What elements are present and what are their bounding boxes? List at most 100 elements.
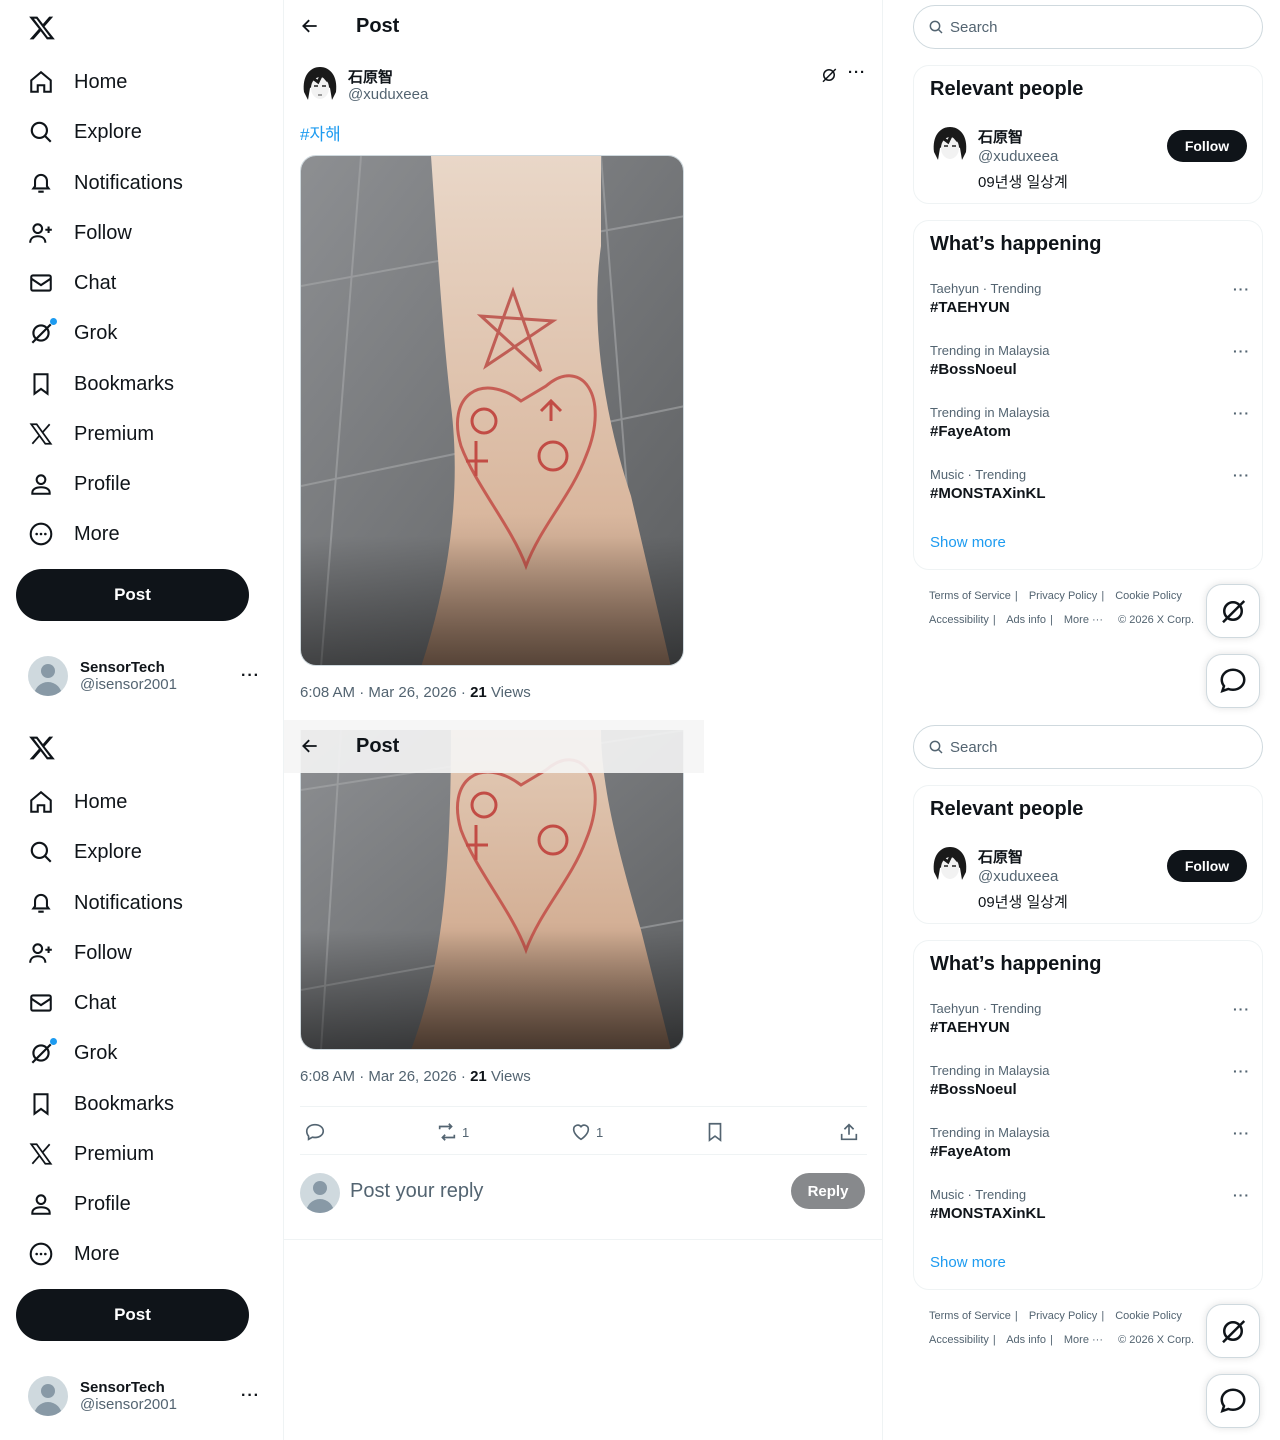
more-dots-icon[interactable]: ··· (1233, 1187, 1250, 1203)
more-dots-icon[interactable]: ··· (1233, 343, 1250, 359)
author-handle[interactable]: @xuduxeea (348, 86, 428, 103)
footer-link[interactable]: Accessibility (929, 614, 989, 626)
nav-notifications[interactable]: Notifications (16, 881, 195, 925)
nav-more[interactable]: More (16, 512, 132, 556)
back-arrow-icon[interactable] (300, 16, 320, 36)
reply-submit-button[interactable]: Reply (791, 1173, 865, 1209)
account-switcher[interactable]: SensorTech @isensor2001 ··· (16, 650, 272, 702)
nav-chat[interactable]: Chat (16, 981, 128, 1025)
tweet-time[interactable]: 6:08 AM · Mar 26, 2026 · (300, 1068, 470, 1085)
grok-float-button[interactable] (1206, 1304, 1260, 1358)
nav-grok[interactable]: Grok (16, 311, 129, 355)
like-button[interactable]: 1 (570, 1121, 603, 1143)
author-name[interactable]: 石原智 (348, 66, 393, 87)
account-switcher[interactable]: SensorTech @isensor2001 ··· (16, 1370, 272, 1422)
trend-item[interactable]: Trending in Malaysia #FayeAtom ··· (930, 405, 1250, 455)
nav-profile[interactable]: Profile (16, 462, 143, 506)
nav-follow[interactable]: Follow (16, 931, 144, 975)
trend-item[interactable]: Music · Trending #MONSTAXinKL ··· (930, 1187, 1250, 1237)
more-dots-icon[interactable]: ··· (848, 64, 866, 81)
avatar[interactable] (930, 124, 970, 164)
nav-grok[interactable]: Grok (16, 1031, 129, 1075)
trend-item[interactable]: Trending in Malaysia #BossNoeul ··· (930, 1063, 1250, 1113)
footer-links: Accessibility | Ads info | More ··· © 2026… (929, 614, 1195, 626)
search-input[interactable] (950, 18, 1230, 36)
search-box[interactable] (913, 725, 1263, 769)
relevant-name[interactable]: 石原智 (978, 846, 1023, 867)
nav-more[interactable]: More (16, 1232, 132, 1276)
follow-button[interactable]: Follow (1167, 130, 1247, 162)
tweet-photo[interactable] (300, 730, 684, 1050)
repost-button[interactable]: 1 (436, 1121, 469, 1143)
more-dots-icon[interactable]: ··· (1233, 1063, 1250, 1079)
post-button[interactable]: Post (16, 1289, 249, 1341)
more-dots-icon[interactable]: ··· (241, 1387, 260, 1405)
relevant-handle[interactable]: @xuduxeea (978, 868, 1058, 885)
more-dots-icon[interactable]: ··· (1233, 1001, 1250, 1017)
follow-button[interactable]: Follow (1167, 850, 1247, 882)
nav-follow[interactable]: Follow (16, 211, 144, 255)
footer-link[interactable]: Privacy Policy (1029, 1310, 1097, 1322)
footer-link[interactable]: Terms of Service (929, 590, 1011, 602)
footer-link[interactable]: Privacy Policy (1029, 590, 1097, 602)
relevant-name[interactable]: 石原智 (978, 126, 1023, 147)
nav-bookmarks[interactable]: Bookmarks (16, 362, 186, 406)
more-dots-icon[interactable]: ··· (1233, 281, 1250, 297)
chat-float-button[interactable] (1206, 1374, 1260, 1428)
notification-dot (50, 318, 57, 325)
nav-bookmarks[interactable]: Bookmarks (16, 1082, 186, 1126)
more-dots-icon[interactable]: ··· (1233, 1125, 1250, 1141)
footer-link[interactable]: More ··· (1064, 614, 1103, 626)
share-button[interactable] (838, 1121, 860, 1143)
show-more-link[interactable]: Show more (930, 1254, 1006, 1271)
post-button[interactable]: Post (16, 569, 249, 621)
avatar[interactable] (300, 64, 340, 104)
hashtag-link[interactable]: #자해 (300, 120, 341, 145)
footer-link[interactable]: Ads info (1006, 1334, 1046, 1346)
trend-item[interactable]: Music · Trending #MONSTAXinKL ··· (930, 467, 1250, 517)
footer-link[interactable]: More ··· (1064, 1334, 1103, 1346)
search-box[interactable] (913, 5, 1263, 49)
more-dots-icon[interactable]: ··· (241, 667, 260, 685)
more-dots-icon[interactable]: ··· (1233, 405, 1250, 421)
chat-float-button[interactable] (1206, 654, 1260, 708)
mail-icon (28, 990, 54, 1016)
tweet-time[interactable]: 6:08 AM · Mar 26, 2026 · (300, 684, 470, 701)
nav-premium[interactable]: Premium (16, 412, 166, 456)
footer-link[interactable]: Cookie Policy (1115, 590, 1182, 602)
nav-explore[interactable]: Explore (16, 830, 154, 874)
search-input[interactable] (950, 738, 1230, 756)
nav-home[interactable]: Home (16, 780, 139, 824)
repost-count: 1 (462, 1124, 470, 1140)
trend-item[interactable]: Taehyun · Trending #TAEHYUN ··· (930, 281, 1250, 331)
more-dots-icon[interactable]: ··· (1233, 467, 1250, 483)
footer-link[interactable]: Cookie Policy (1115, 1310, 1182, 1322)
back-arrow-icon[interactable] (300, 736, 320, 756)
nav-explore[interactable]: Explore (16, 110, 154, 154)
tweet-photo[interactable] (300, 155, 684, 666)
relevant-handle[interactable]: @xuduxeea (978, 148, 1058, 165)
grok-float-button[interactable] (1206, 584, 1260, 638)
nav-premium[interactable]: Premium (16, 1132, 166, 1176)
nav-chat[interactable]: Chat (16, 261, 128, 305)
bookmark-button[interactable] (704, 1121, 726, 1143)
reply-input[interactable]: Post your reply (350, 1180, 483, 1203)
trend-item[interactable]: Taehyun · Trending #TAEHYUN ··· (930, 1001, 1250, 1051)
nav-notifications[interactable]: Notifications (16, 161, 195, 205)
avatar[interactable] (930, 844, 970, 884)
nav-home[interactable]: Home (16, 60, 139, 104)
grok-icon (28, 318, 57, 346)
x-logo-icon[interactable] (28, 14, 56, 42)
x-logo-icon[interactable] (28, 734, 56, 762)
footer-link[interactable]: Terms of Service (929, 1310, 1011, 1322)
nav-profile[interactable]: Profile (16, 1182, 143, 1226)
trend-item[interactable]: Trending in Malaysia #BossNoeul ··· (930, 343, 1250, 393)
show-more-link[interactable]: Show more (930, 534, 1006, 551)
grok-icon[interactable] (820, 66, 838, 84)
views-label: Views (486, 1068, 531, 1085)
footer-link[interactable]: Accessibility (929, 1334, 989, 1346)
trend-item[interactable]: Trending in Malaysia #FayeAtom ··· (930, 1125, 1250, 1175)
main-column: Post 石原智 @xuduxeea ··· #자해 6:08 AM · Mar… (284, 0, 883, 720)
footer-link[interactable]: Ads info (1006, 614, 1046, 626)
reply-button[interactable] (304, 1121, 326, 1143)
